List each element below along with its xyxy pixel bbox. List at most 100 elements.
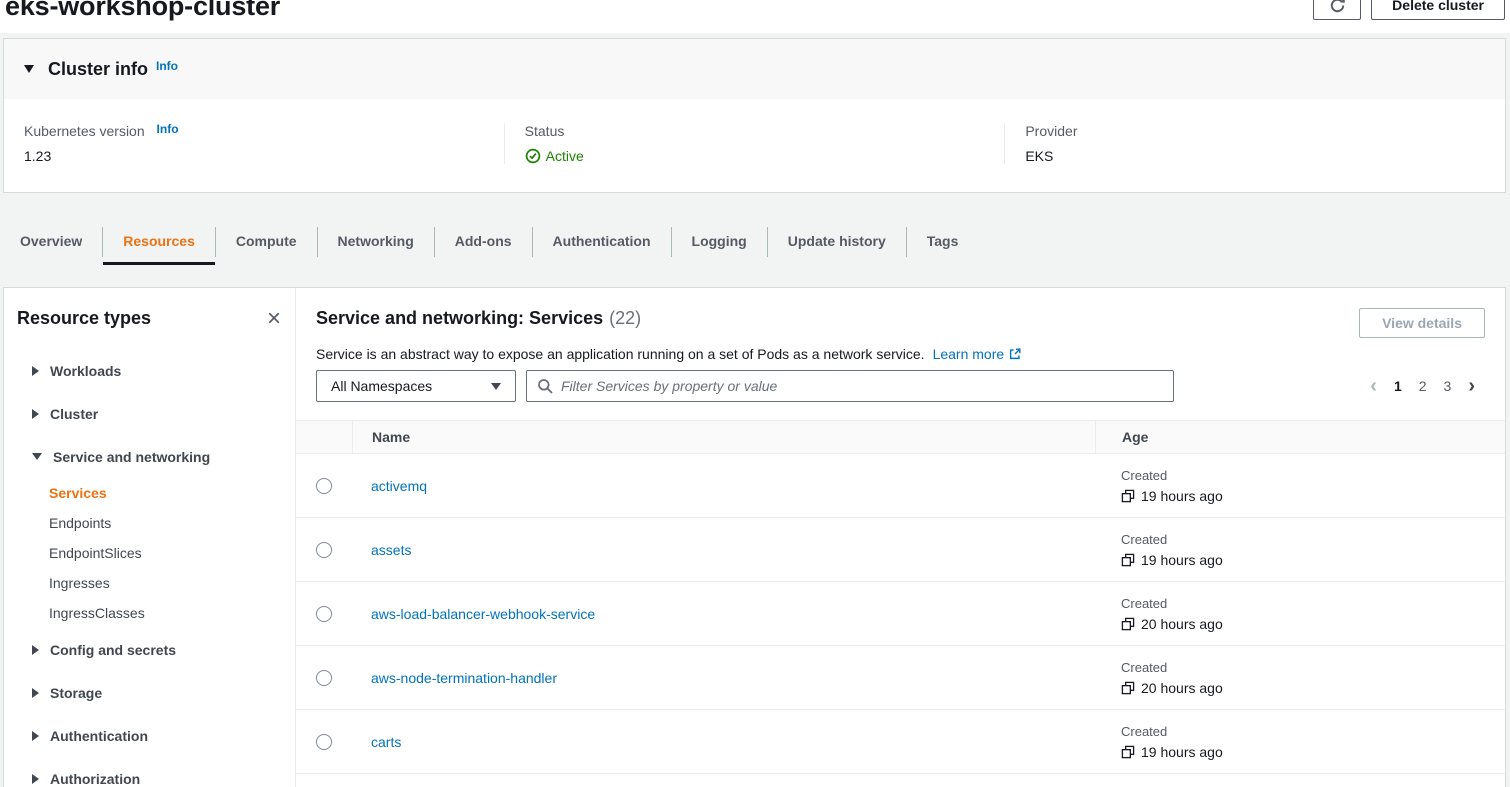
services-table: Name Age activemq Created 19 <box>296 420 1505 787</box>
status-field: Status Active <box>504 123 1005 164</box>
provider-value: EKS <box>1025 148 1505 164</box>
sidebar-item-services[interactable]: Services <box>4 478 295 508</box>
age-value: 19 hours ago <box>1141 744 1223 760</box>
search-input[interactable] <box>561 378 1163 394</box>
service-name-link[interactable]: assets <box>371 542 411 558</box>
sidebar-group-authentication[interactable]: Authentication <box>4 714 295 757</box>
sidebar-group-authorization[interactable]: Authorization <box>4 757 295 787</box>
resource-types-sidebar: Resource types × Workloads Cluster Servi… <box>4 288 296 787</box>
chevron-right-icon <box>32 409 39 419</box>
age-value: 19 hours ago <box>1141 552 1223 568</box>
page-number-2[interactable]: 2 <box>1419 378 1427 394</box>
cluster-tabs: Overview Resources Compute Networking Ad… <box>0 219 1510 265</box>
tab-networking[interactable]: Networking <box>318 219 434 265</box>
tab-update-history[interactable]: Update history <box>768 219 906 265</box>
resources-panel: Resource types × Workloads Cluster Servi… <box>3 287 1506 787</box>
cluster-info-header[interactable]: Cluster info Info <box>4 39 1505 99</box>
sidebar-item-ingresses[interactable]: Ingresses <box>4 568 295 598</box>
page-number-1[interactable]: 1 <box>1394 378 1402 394</box>
close-icon[interactable]: × <box>267 309 281 329</box>
chevron-down-icon <box>32 453 42 460</box>
created-label: Created <box>1121 660 1505 675</box>
sidebar-group-config-and-secrets[interactable]: Config and secrets <box>4 628 295 671</box>
copy-icon[interactable] <box>1121 681 1135 695</box>
status-label: Status <box>525 123 1005 139</box>
namespace-filter-dropdown[interactable]: All Namespaces <box>316 370 516 402</box>
table-row: aws-node-termination-handler Created 20 … <box>296 646 1505 710</box>
table-row: Created <box>296 774 1505 787</box>
sidebar-group-service-and-networking[interactable]: Service and networking <box>4 435 295 478</box>
copy-icon[interactable] <box>1121 617 1135 631</box>
sidebar-item-endpointslices[interactable]: EndpointSlices <box>4 538 295 568</box>
created-label: Created <box>1121 468 1505 483</box>
cluster-info-card: Cluster info Info Kubernetes version Inf… <box>3 38 1506 193</box>
learn-more-link[interactable]: Learn more <box>933 346 1023 362</box>
service-name-link[interactable]: carts <box>371 734 401 750</box>
sidebar-group-storage[interactable]: Storage <box>4 671 295 714</box>
sidebar-group-cluster[interactable]: Cluster <box>4 392 295 435</box>
cluster-info-info-link[interactable]: Info <box>156 59 178 73</box>
copy-icon[interactable] <box>1121 745 1135 759</box>
chevron-right-icon <box>32 731 39 741</box>
table-row: assets Created 19 hours ago <box>296 518 1505 582</box>
refresh-icon <box>1329 0 1346 14</box>
dropdown-caret-icon <box>491 383 501 390</box>
row-select-radio[interactable] <box>316 606 332 622</box>
status-badge: Active <box>525 148 584 164</box>
row-select-radio[interactable] <box>316 542 332 558</box>
kubernetes-version-value: 1.23 <box>24 148 504 164</box>
column-header-age[interactable]: Age <box>1095 421 1505 453</box>
view-details-button[interactable]: View details <box>1359 308 1485 338</box>
external-link-icon <box>1008 347 1022 361</box>
page-header: eks-workshop-cluster Delete cluster <box>0 0 1510 33</box>
row-select-radio[interactable] <box>316 734 332 750</box>
tab-add-ons[interactable]: Add-ons <box>435 219 532 265</box>
tab-resources[interactable]: Resources <box>103 219 215 265</box>
created-label: Created <box>1121 596 1505 611</box>
row-select-radio[interactable] <box>316 478 332 494</box>
table-row: aws-load-balancer-webhook-service Create… <box>296 582 1505 646</box>
delete-cluster-button[interactable]: Delete cluster <box>1371 0 1505 20</box>
kubernetes-version-label: Kubernetes version <box>24 123 145 139</box>
service-name-link[interactable]: aws-load-balancer-webhook-service <box>371 606 595 622</box>
tab-overview[interactable]: Overview <box>0 219 102 265</box>
cluster-name-title: eks-workshop-cluster <box>5 0 280 22</box>
service-name-link[interactable]: activemq <box>371 478 427 494</box>
services-description: Service is an abstract way to expose an … <box>316 346 925 362</box>
age-value: 19 hours ago <box>1141 488 1223 504</box>
sidebar-item-endpoints[interactable]: Endpoints <box>4 508 295 538</box>
chevron-right-icon <box>32 645 39 655</box>
services-panel: Service and networking: Services (22) Vie… <box>296 288 1505 787</box>
sidebar-item-ingressclasses[interactable]: IngressClasses <box>4 598 295 628</box>
pagination: ‹ 1 2 3 › <box>1370 376 1485 396</box>
tab-authentication[interactable]: Authentication <box>533 219 671 265</box>
services-filter-field[interactable] <box>526 370 1174 402</box>
services-panel-title: Service and networking: Services <box>316 308 603 328</box>
column-header-name[interactable]: Name <box>352 421 1095 453</box>
tab-logging[interactable]: Logging <box>672 219 767 265</box>
tab-compute[interactable]: Compute <box>216 219 317 265</box>
services-count: (22) <box>609 308 641 328</box>
copy-icon[interactable] <box>1121 489 1135 503</box>
next-page-button[interactable]: › <box>1468 376 1475 396</box>
previous-page-button[interactable]: ‹ <box>1370 376 1377 396</box>
table-row: activemq Created 19 hours ago <box>296 454 1505 518</box>
kubernetes-version-info-link[interactable]: Info <box>157 122 179 136</box>
status-value: Active <box>546 148 584 164</box>
copy-icon[interactable] <box>1121 553 1135 567</box>
namespace-filter-value: All Namespaces <box>331 378 432 394</box>
cluster-info-title: Cluster info <box>48 59 148 80</box>
created-label: Created <box>1121 532 1505 547</box>
age-value: 20 hours ago <box>1141 616 1223 632</box>
page-number-3[interactable]: 3 <box>1444 378 1452 394</box>
tab-tags[interactable]: Tags <box>907 219 979 265</box>
search-icon <box>537 378 553 394</box>
collapse-caret-icon <box>24 65 34 73</box>
chevron-right-icon <box>32 774 39 784</box>
row-select-radio[interactable] <box>316 670 332 686</box>
refresh-button[interactable] <box>1313 0 1361 20</box>
sidebar-group-workloads[interactable]: Workloads <box>4 349 295 392</box>
service-name-link[interactable]: aws-node-termination-handler <box>371 670 557 686</box>
provider-field: Provider EKS <box>1004 123 1505 164</box>
table-row: carts Created 19 hours ago <box>296 710 1505 774</box>
